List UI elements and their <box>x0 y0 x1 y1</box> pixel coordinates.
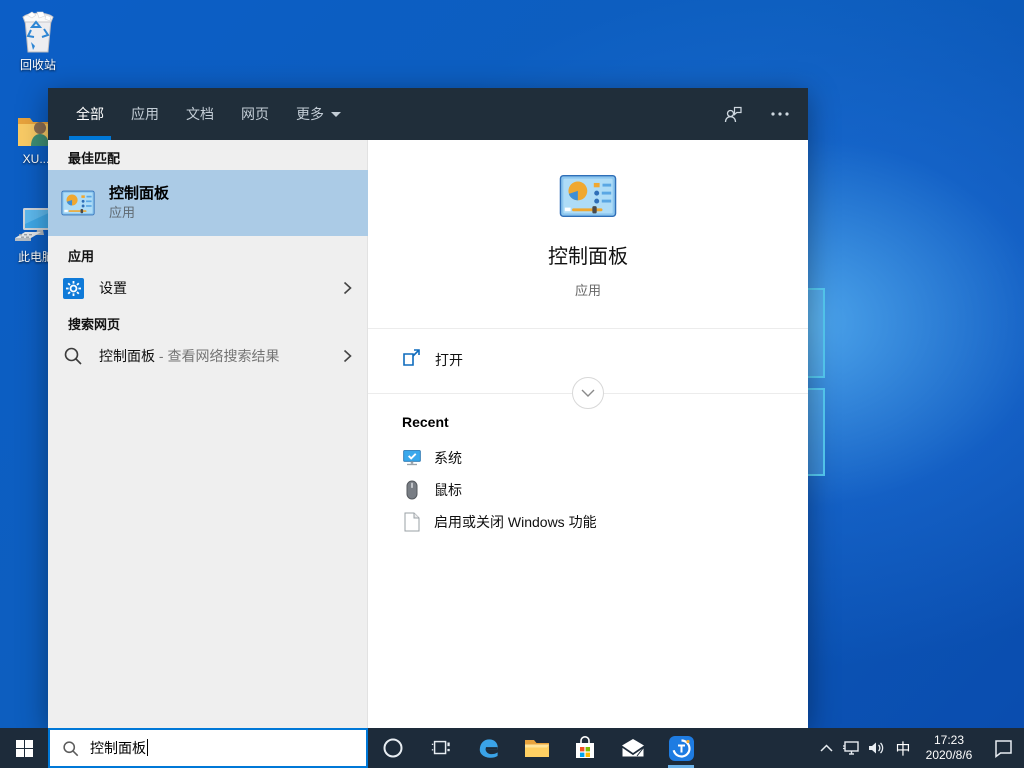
web-suffix: - 查看网络搜索结果 <box>155 348 279 364</box>
expand-collapse-button[interactable] <box>572 377 604 409</box>
preview-subtitle: 应用 <box>368 280 808 299</box>
settings-label: 设置 <box>99 278 127 298</box>
wallpaper-logo-pane <box>806 288 825 378</box>
recent-item-system[interactable]: 系统 <box>368 444 808 472</box>
open-label: 打开 <box>435 350 463 370</box>
desktop-icon-label: 回收站 <box>3 59 73 72</box>
chevron-right-icon <box>343 349 352 363</box>
recent-item-label: 鼠标 <box>434 480 462 500</box>
tab-label: 网页 <box>241 104 269 124</box>
chevron-down-icon <box>581 389 595 397</box>
start-button[interactable] <box>0 728 48 768</box>
chevron-up-icon <box>820 744 833 752</box>
more-options-icon[interactable] <box>770 111 790 117</box>
recent-header: Recent <box>402 414 449 430</box>
file-explorer-button[interactable] <box>514 728 560 768</box>
desktop: 回收站 XU... 此电脑 全部 应用 <box>0 0 1024 768</box>
control-panel-icon-large <box>559 174 617 218</box>
desktop-icon-recycle-bin[interactable]: 回收站 <box>3 10 73 72</box>
result-settings[interactable]: 设置 <box>48 268 368 308</box>
search-web-header: 搜索网页 <box>68 314 120 333</box>
open-action[interactable]: 打开 <box>368 340 808 380</box>
web-search-text: 控制面板 - 查看网络搜索结果 <box>99 346 279 366</box>
tab-documents[interactable]: 文档 <box>186 88 214 140</box>
gear-icon <box>63 278 84 299</box>
action-center-button[interactable] <box>982 728 1024 768</box>
system-icon <box>402 448 422 468</box>
result-web-search[interactable]: 控制面板 - 查看网络搜索结果 <box>48 336 368 376</box>
search-flyout: 全部 应用 文档 网页 更多 <box>48 88 808 728</box>
best-match-subtitle: 应用 <box>109 204 169 222</box>
best-match-title: 控制面板 <box>109 184 169 204</box>
system-tray: 中 17:23 2020/8/6 <box>814 728 1024 768</box>
best-match-result-control-panel[interactable]: 控制面板 应用 <box>48 170 368 236</box>
chevron-down-icon <box>331 112 341 117</box>
tray-volume[interactable] <box>864 728 890 768</box>
tray-clock[interactable]: 17:23 2020/8/6 <box>916 728 982 768</box>
recent-item-mouse[interactable]: 鼠标 <box>368 476 808 504</box>
windows-logo-icon <box>16 740 33 757</box>
wallpaper-logo-pane <box>806 388 825 476</box>
store-button[interactable] <box>562 728 608 768</box>
tab-label: 文档 <box>186 104 214 124</box>
tab-label: 应用 <box>131 104 159 124</box>
network-icon <box>842 740 861 757</box>
file-explorer-icon <box>524 737 550 759</box>
tab-more[interactable]: 更多 <box>296 88 341 140</box>
search-icon <box>62 740 79 757</box>
best-match-header: 最佳匹配 <box>68 148 120 167</box>
edge-button[interactable] <box>466 728 512 768</box>
control-panel-icon <box>61 190 95 216</box>
text-caret <box>147 739 148 756</box>
task-view-icon <box>430 737 452 759</box>
tray-network[interactable] <box>838 728 864 768</box>
tab-web[interactable]: 网页 <box>241 88 269 140</box>
clock-time: 17:23 <box>926 733 973 748</box>
recent-item-windows-features[interactable]: 启用或关闭 Windows 功能 <box>368 508 808 536</box>
recent-item-label: 系统 <box>434 448 462 468</box>
cortana-icon <box>382 737 404 759</box>
taskbar-search-value: 控制面板 <box>90 738 148 758</box>
tray-ime-indicator[interactable]: 中 <box>890 728 916 768</box>
pinned-app-button[interactable] <box>658 728 704 768</box>
web-query: 控制面板 <box>99 348 155 364</box>
preview-title: 控制面板 <box>368 240 808 269</box>
mouse-icon <box>406 480 418 500</box>
search-tabs-bar: 全部 应用 文档 网页 更多 <box>48 88 808 140</box>
pinned-app-icon <box>668 735 695 762</box>
taskbar-search-box[interactable]: 控制面板 <box>48 728 368 768</box>
cortana-button[interactable] <box>370 728 416 768</box>
notification-icon <box>993 739 1013 758</box>
feedback-icon[interactable] <box>722 103 744 125</box>
divider <box>368 328 808 329</box>
taskbar: 控制面板 <box>0 728 1024 768</box>
tab-all[interactable]: 全部 <box>76 88 104 140</box>
preview-pane: 控制面板 应用 打开 <box>368 140 808 728</box>
task-view-button[interactable] <box>418 728 464 768</box>
store-icon <box>573 735 597 761</box>
search-text: 控制面板 <box>90 740 146 756</box>
search-results: 最佳匹配 控制面板 <box>48 140 808 728</box>
recent-item-label: 启用或关闭 Windows 功能 <box>434 512 597 532</box>
apps-header: 应用 <box>68 246 94 265</box>
chevron-right-icon <box>343 281 352 295</box>
results-list: 最佳匹配 控制面板 <box>48 140 368 728</box>
mail-button[interactable] <box>610 728 656 768</box>
edge-icon <box>476 735 502 761</box>
open-icon <box>402 348 421 367</box>
mail-icon <box>620 737 646 759</box>
clock-date: 2020/8/6 <box>926 748 973 763</box>
tab-label: 更多 <box>296 104 324 124</box>
recycle-bin-icon <box>17 10 59 56</box>
tray-show-hidden-icons[interactable] <box>814 728 838 768</box>
tab-label: 全部 <box>76 104 104 124</box>
search-icon <box>63 346 83 366</box>
document-icon <box>404 512 420 532</box>
tab-apps[interactable]: 应用 <box>131 88 159 140</box>
speaker-icon <box>868 740 886 756</box>
